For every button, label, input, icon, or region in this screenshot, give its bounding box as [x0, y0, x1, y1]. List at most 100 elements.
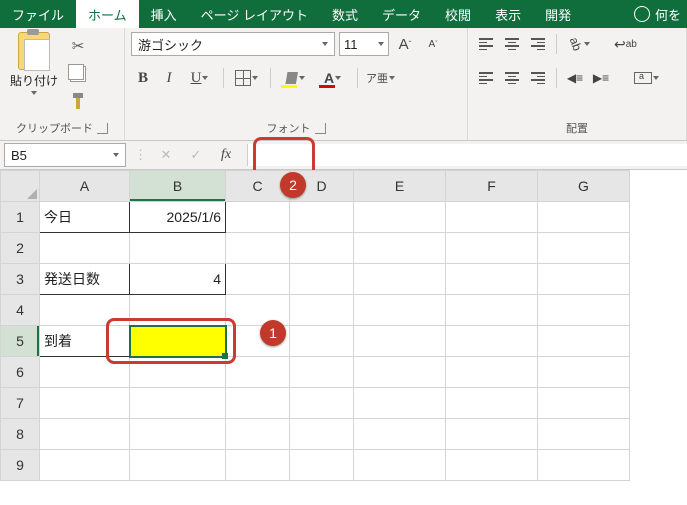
cell[interactable] [226, 388, 290, 419]
tab-data[interactable]: データ [370, 0, 433, 28]
format-painter-button[interactable] [66, 90, 90, 114]
cell[interactable] [446, 295, 538, 326]
cell-B1[interactable]: 2025/1/6 [130, 202, 226, 233]
col-header-B[interactable]: B [130, 171, 226, 202]
grid[interactable]: A B C D E F G 1 今日 2025/1/6 2 3 発送日数 4 4… [0, 170, 630, 481]
cell[interactable] [40, 450, 130, 481]
cell[interactable] [226, 233, 290, 264]
cell[interactable] [40, 295, 130, 326]
cell[interactable] [130, 295, 226, 326]
cell[interactable] [130, 450, 226, 481]
font-size-combo[interactable]: 11 [339, 32, 389, 56]
align-top-button[interactable] [474, 32, 498, 56]
cell[interactable] [290, 264, 354, 295]
row-header-8[interactable]: 8 [1, 419, 40, 450]
cell[interactable] [354, 264, 446, 295]
fill-color-button[interactable] [277, 66, 313, 90]
cell[interactable] [538, 264, 630, 295]
borders-button[interactable] [230, 66, 264, 90]
orientation-button[interactable]: ab [563, 32, 597, 56]
paste-button[interactable]: 貼り付け [6, 32, 62, 95]
cell[interactable] [40, 357, 130, 388]
merge-center-button[interactable] [629, 66, 665, 90]
select-all-corner[interactable] [1, 171, 40, 202]
copy-button[interactable] [66, 62, 90, 86]
col-header-A[interactable]: A [40, 171, 130, 202]
cell[interactable] [354, 419, 446, 450]
cell[interactable] [130, 388, 226, 419]
cell[interactable] [354, 202, 446, 233]
cell[interactable] [446, 202, 538, 233]
increase-indent-button[interactable]: ▶≡ [589, 66, 613, 90]
align-center-button[interactable] [500, 66, 524, 90]
tab-review[interactable]: 校閲 [433, 0, 483, 28]
cell[interactable] [538, 357, 630, 388]
cell[interactable] [538, 202, 630, 233]
italic-button[interactable]: I [157, 66, 181, 90]
row-header-4[interactable]: 4 [1, 295, 40, 326]
row-header-9[interactable]: 9 [1, 450, 40, 481]
cell-A1[interactable]: 今日 [40, 202, 130, 233]
align-right-button[interactable] [526, 66, 550, 90]
cell[interactable] [290, 450, 354, 481]
bold-button[interactable]: B [131, 66, 155, 90]
cell[interactable] [290, 202, 354, 233]
cancel-edit-button[interactable]: ✕ [157, 146, 175, 164]
cell[interactable] [446, 357, 538, 388]
cell[interactable] [354, 450, 446, 481]
cell[interactable] [226, 295, 290, 326]
col-header-F[interactable]: F [446, 171, 538, 202]
row-header-2[interactable]: 2 [1, 233, 40, 264]
cell[interactable] [226, 450, 290, 481]
cell[interactable] [130, 357, 226, 388]
tab-formulas[interactable]: 数式 [320, 0, 370, 28]
cell[interactable] [446, 419, 538, 450]
formula-bar[interactable] [247, 144, 687, 166]
cut-button[interactable]: ✂ [66, 34, 90, 58]
cell-A3[interactable]: 発送日数 [40, 264, 130, 295]
cell[interactable] [446, 264, 538, 295]
grow-font-button[interactable]: Aˆ [393, 32, 417, 56]
cell[interactable] [226, 357, 290, 388]
tab-developer[interactable]: 開発 [533, 0, 583, 28]
tab-insert[interactable]: 挿入 [139, 0, 189, 28]
cell[interactable] [290, 419, 354, 450]
row-header-1[interactable]: 1 [1, 202, 40, 233]
align-bottom-button[interactable] [526, 32, 550, 56]
cell[interactable] [40, 388, 130, 419]
cell[interactable] [226, 202, 290, 233]
col-header-G[interactable]: G [538, 171, 630, 202]
cell[interactable] [538, 419, 630, 450]
shrink-font-button[interactable]: Aˇ [421, 32, 445, 56]
name-box[interactable]: B5 [4, 143, 126, 167]
cell-B3[interactable]: 4 [130, 264, 226, 295]
cell[interactable] [538, 450, 630, 481]
tab-page-layout[interactable]: ページ レイアウト [189, 0, 320, 28]
cell[interactable] [538, 388, 630, 419]
cell[interactable] [290, 295, 354, 326]
cell[interactable] [446, 450, 538, 481]
font-color-button[interactable]: A [315, 66, 351, 90]
cell[interactable] [290, 326, 354, 357]
cell[interactable] [538, 295, 630, 326]
cell[interactable] [40, 419, 130, 450]
tab-view[interactable]: 表示 [483, 0, 533, 28]
col-header-E[interactable]: E [354, 171, 446, 202]
cell[interactable] [354, 233, 446, 264]
align-middle-button[interactable] [500, 32, 524, 56]
cell[interactable] [446, 326, 538, 357]
underline-button[interactable]: U [183, 66, 217, 90]
cell[interactable] [290, 233, 354, 264]
cell[interactable] [446, 388, 538, 419]
cell[interactable] [290, 388, 354, 419]
row-header-7[interactable]: 7 [1, 388, 40, 419]
cell[interactable] [226, 419, 290, 450]
confirm-edit-button[interactable]: ✓ [187, 146, 205, 164]
cell[interactable] [538, 233, 630, 264]
cell[interactable] [290, 357, 354, 388]
cell[interactable] [130, 233, 226, 264]
cell[interactable] [354, 295, 446, 326]
cell[interactable] [354, 357, 446, 388]
row-header-5[interactable]: 5 [1, 326, 40, 357]
tell-me[interactable]: 何を [628, 0, 687, 28]
